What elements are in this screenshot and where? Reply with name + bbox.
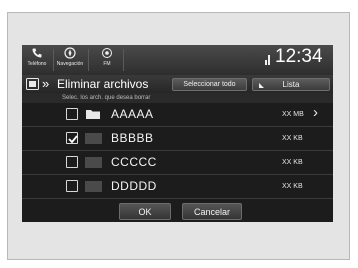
select-all-button[interactable]: Seleccionar todo — [172, 78, 247, 91]
checkmark-icon — [68, 135, 78, 144]
file-name: DDDDD — [111, 179, 157, 193]
screen-header: » Eliminar archivos Seleccionar todo Lis… — [22, 75, 333, 93]
file-size: XX KB — [282, 135, 303, 142]
radio-label: FM — [103, 61, 111, 67]
compass-icon — [64, 47, 76, 59]
radio-shortcut[interactable]: FM — [93, 47, 121, 73]
file-row[interactable]: AAAAA XX MB › — [22, 103, 333, 127]
file-name: BBBBB — [111, 131, 154, 145]
breadcrumb-chevron-icon: » — [42, 76, 50, 91]
corner-triangle-icon — [259, 83, 264, 88]
page-title: Eliminar archivos — [57, 77, 149, 91]
row-checkbox[interactable] — [66, 156, 78, 168]
file-thumbnail — [85, 157, 102, 168]
file-row[interactable]: BBBBB XX KB — [22, 127, 333, 151]
status-bar: Teléfono Navegación FM 12:34 — [22, 45, 333, 75]
radio-icon — [102, 48, 112, 58]
folder-icon — [86, 110, 100, 119]
file-size: XX KB — [282, 183, 303, 190]
clock: 12:34 — [275, 46, 323, 67]
list-button-label: Lista — [282, 80, 300, 89]
file-row[interactable]: DDDDD XX KB — [22, 175, 333, 199]
chevron-right-icon[interactable]: › — [313, 104, 318, 121]
file-name: AAAAA — [111, 107, 154, 121]
signal-icon — [265, 55, 270, 65]
instruction-text: Selec. los arch. que desea borrar — [22, 93, 333, 103]
status-divider — [88, 49, 89, 71]
phone-label: Teléfono — [27, 61, 47, 67]
status-divider — [53, 49, 54, 71]
file-thumbnail — [85, 181, 102, 192]
file-size: XX KB — [282, 159, 303, 166]
navigation-label: Navegación — [56, 61, 84, 67]
file-row[interactable]: CCCCC XX KB — [22, 151, 333, 175]
row-checkbox[interactable] — [66, 180, 78, 192]
ok-button[interactable]: OK — [119, 203, 171, 220]
status-divider — [123, 49, 124, 71]
file-thumbnail — [85, 133, 102, 144]
infotainment-screen: Teléfono Navegación FM 12:34 » Eliminar … — [22, 45, 333, 222]
row-checkbox[interactable] — [66, 108, 78, 120]
phone-icon — [32, 48, 42, 58]
file-name: CCCCC — [111, 155, 157, 169]
file-manager-icon — [26, 78, 39, 90]
list-button[interactable]: Lista — [252, 78, 330, 91]
row-checkbox[interactable] — [66, 132, 78, 144]
navigation-shortcut[interactable]: Navegación — [56, 47, 84, 73]
file-size: XX MB — [282, 111, 304, 118]
phone-shortcut[interactable]: Teléfono — [23, 47, 51, 73]
cancel-button[interactable]: Cancelar — [182, 203, 242, 220]
